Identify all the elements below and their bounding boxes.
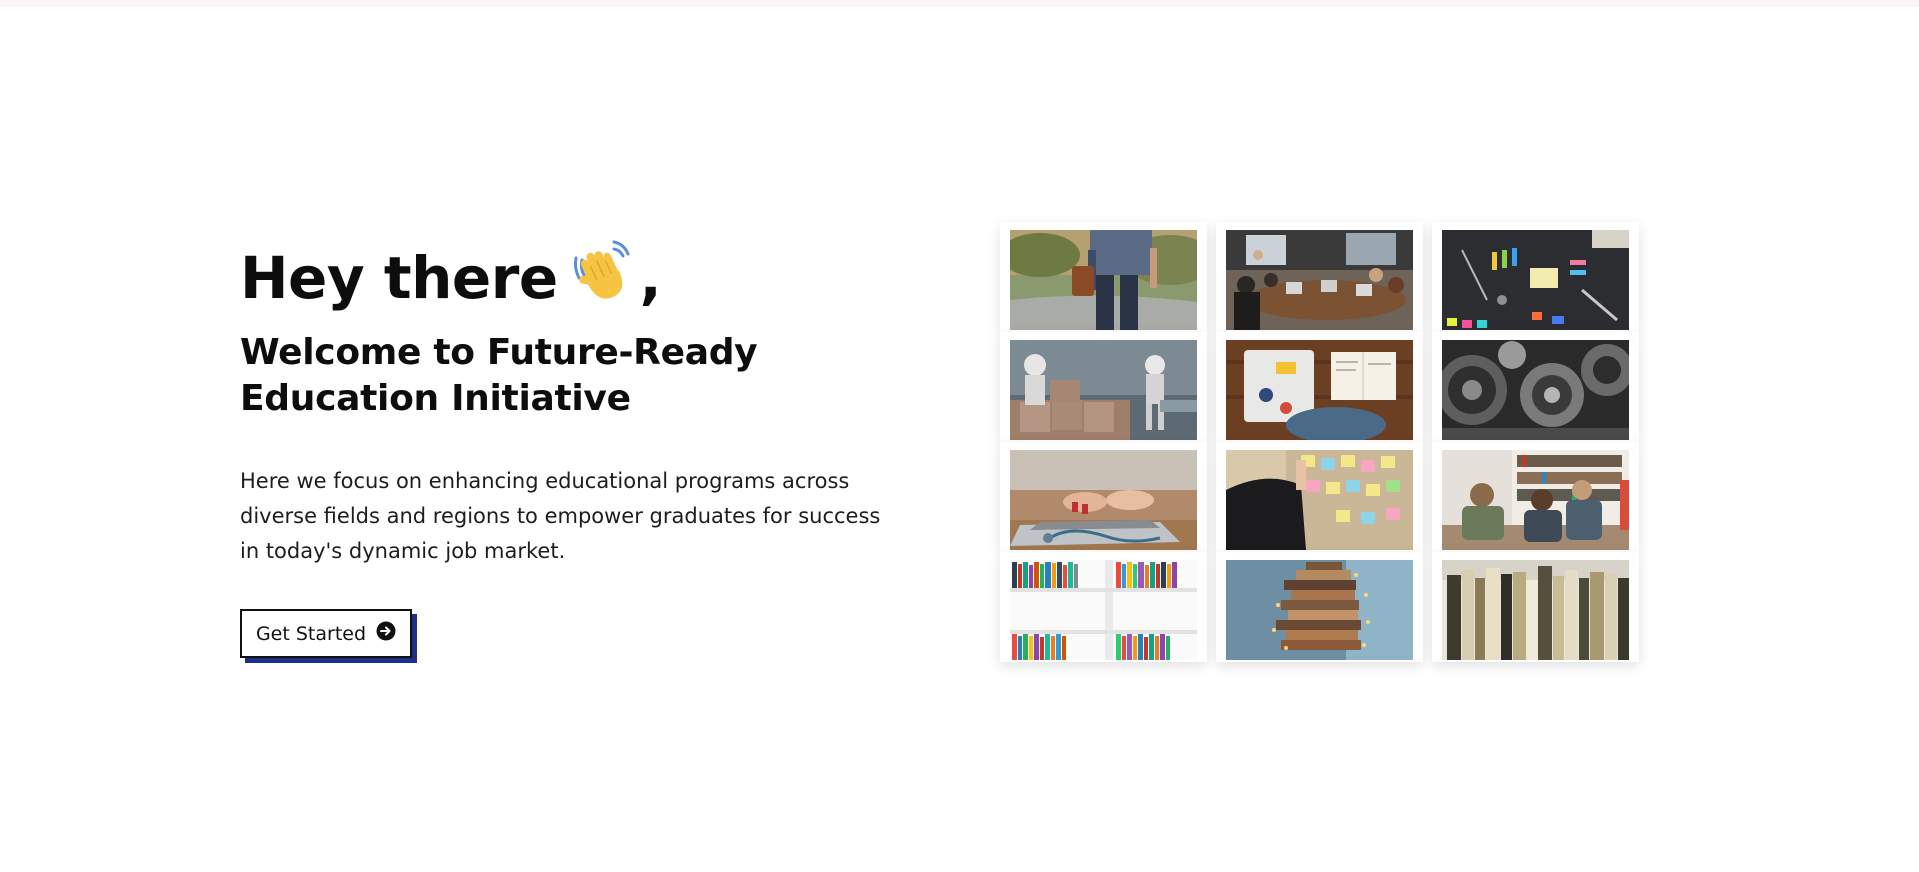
- typing-laptop-stethoscope-photo: [1000, 442, 1207, 552]
- mechanical-gears-photo: [1432, 332, 1639, 442]
- arrow-circle-right-icon: [376, 621, 396, 646]
- book-tower-lights-photo: [1216, 552, 1423, 662]
- meeting-room-laptops-photo: [1216, 222, 1423, 332]
- old-books-row-photo: [1432, 552, 1639, 662]
- greeting-text: Hey there: [240, 244, 558, 312]
- top-accent-bar: [0, 0, 1919, 7]
- greeting-comma: ,: [639, 244, 662, 312]
- walking-person-with-bag-photo: [1000, 222, 1207, 332]
- get-started-button[interactable]: Get Started: [240, 609, 412, 658]
- laptop-stickers-notebook-photo: [1216, 332, 1423, 442]
- colorful-bookshelf-photo: [1000, 552, 1207, 662]
- welcome-heading: Welcome to Future-Ready Education Initia…: [240, 332, 758, 419]
- people-bookshelf-discussion-photo: [1432, 442, 1639, 552]
- robot-toys-blocks-photo: [1000, 332, 1207, 442]
- craft-tools-flatlay-photo: [1432, 222, 1639, 332]
- hero-description: Here we focus on enhancing educational p…: [240, 469, 881, 563]
- greeting-heading: Hey there ,: [240, 238, 910, 316]
- waving-hand-icon: [570, 238, 636, 304]
- get-started-button-wrapper: Get Started: [240, 609, 417, 663]
- image-gallery: [1000, 222, 1640, 662]
- hero-section: Hey there , Welcome to Future-Ready Educ…: [240, 238, 910, 663]
- sticky-notes-board-photo: [1216, 442, 1423, 552]
- get-started-label: Get Started: [255, 622, 367, 645]
